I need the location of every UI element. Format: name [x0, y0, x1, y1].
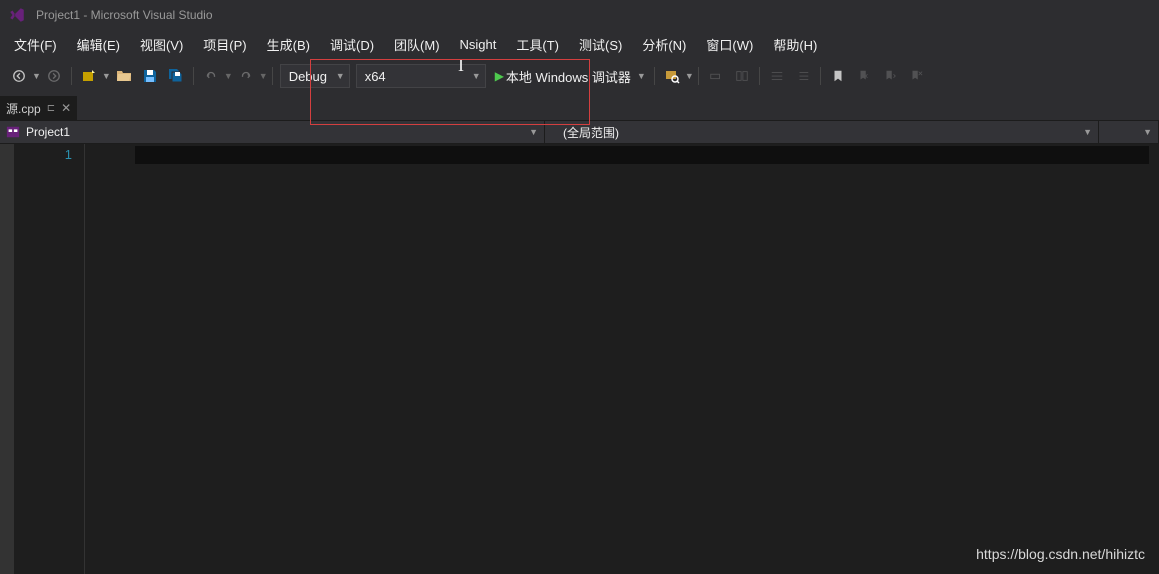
menu-window[interactable]: 窗口(W)	[696, 31, 763, 58]
separator	[698, 67, 699, 85]
cursor-ibeam-icon: I	[458, 55, 464, 76]
nav-bar: Project1 ▼ (全局范围) ▼ ▼	[0, 120, 1159, 144]
menu-project[interactable]: 项目(P)	[193, 31, 256, 58]
comment-out-button[interactable]	[765, 64, 789, 88]
menu-bar: 文件(F) 编辑(E) 视图(V) 项目(P) 生成(B) 调试(D) 团队(M…	[0, 30, 1159, 58]
title-bar: Project1 - Microsoft Visual Studio	[0, 0, 1159, 30]
margin-strip	[0, 144, 14, 574]
save-all-button[interactable]	[164, 64, 188, 88]
step-over-button[interactable]	[730, 64, 754, 88]
chevron-down-icon: ▼	[1083, 127, 1092, 137]
uncomment-button[interactable]	[791, 64, 815, 88]
separator	[71, 67, 72, 85]
project-scope-dropdown[interactable]: Project1 ▼	[0, 121, 545, 143]
open-file-button[interactable]	[112, 64, 136, 88]
line-number: 1	[14, 146, 72, 164]
chevron-down-icon[interactable]: ▼	[259, 71, 268, 81]
debugger-label: 本地 Windows 调试器	[506, 67, 631, 86]
nav-forward-button[interactable]	[42, 64, 66, 88]
chevron-down-icon: ▼	[464, 71, 481, 81]
code-area[interactable]	[84, 144, 1159, 574]
menu-help[interactable]: 帮助(H)	[763, 31, 827, 58]
save-button[interactable]	[138, 64, 162, 88]
separator	[654, 67, 655, 85]
close-tab-icon[interactable]: ✕	[61, 101, 71, 115]
platform-dropdown[interactable]: x64 ▼	[356, 64, 486, 88]
menu-team[interactable]: 团队(M)	[384, 31, 450, 58]
undo-button[interactable]	[199, 64, 223, 88]
chevron-down-icon: ▼	[1143, 127, 1152, 137]
chevron-down-icon: ▼	[529, 127, 538, 137]
menu-debug[interactable]: 调试(D)	[320, 31, 384, 58]
chevron-down-icon[interactable]: ▼	[32, 71, 41, 81]
menu-build[interactable]: 生成(B)	[257, 31, 320, 58]
document-tab-bar: 源.cpp ⊏ ✕	[0, 94, 1159, 120]
member-dropdown[interactable]: ▼	[1099, 121, 1159, 143]
menu-analyze[interactable]: 分析(N)	[632, 31, 696, 58]
start-debug-button[interactable]: ▶ 本地 Windows 调试器 ▼	[489, 64, 650, 88]
separator	[193, 67, 194, 85]
redo-button[interactable]	[234, 64, 258, 88]
chevron-down-icon: ▼	[637, 71, 646, 81]
find-button[interactable]	[660, 64, 684, 88]
menu-test[interactable]: 测试(S)	[569, 31, 632, 58]
vs-logo-icon	[8, 6, 26, 24]
separator	[820, 67, 821, 85]
scope-dropdown[interactable]: (全局范围) ▼	[545, 121, 1099, 143]
config-value: Debug	[289, 69, 327, 84]
step-into-button[interactable]	[704, 64, 728, 88]
chevron-down-icon: ▼	[328, 71, 345, 81]
pin-icon[interactable]: ⊏	[47, 103, 55, 114]
toolbar: ▼ ▼ ▼ ▼ Debug ▼ x64 ▼ ▶ 本地 Windows 调试器 ▼…	[0, 58, 1159, 94]
chevron-down-icon[interactable]: ▼	[102, 71, 111, 81]
project-name: Project1	[26, 125, 70, 139]
next-bookmark-button[interactable]	[878, 64, 902, 88]
play-icon: ▶	[495, 69, 504, 83]
document-tab[interactable]: 源.cpp ⊏ ✕	[0, 96, 77, 120]
chevron-down-icon[interactable]: ▼	[685, 71, 694, 81]
bookmark-button[interactable]	[826, 64, 850, 88]
tab-filename: 源.cpp	[6, 100, 41, 117]
project-icon	[6, 125, 20, 139]
nav-back-button[interactable]	[7, 64, 31, 88]
menu-view[interactable]: 视图(V)	[130, 31, 193, 58]
platform-value: x64	[365, 69, 386, 84]
current-line-highlight	[135, 146, 1149, 164]
new-project-button[interactable]	[77, 64, 101, 88]
prev-bookmark-button[interactable]	[852, 64, 876, 88]
separator	[759, 67, 760, 85]
separator	[272, 67, 273, 85]
code-editor[interactable]: 1	[0, 144, 1159, 574]
scope-value: (全局范围)	[563, 124, 619, 141]
menu-tools[interactable]: 工具(T)	[506, 31, 569, 58]
config-dropdown[interactable]: Debug ▼	[280, 64, 350, 88]
line-number-gutter: 1	[14, 144, 84, 574]
chevron-down-icon[interactable]: ▼	[224, 71, 233, 81]
window-title: Project1 - Microsoft Visual Studio	[36, 8, 213, 22]
menu-edit[interactable]: 编辑(E)	[67, 31, 130, 58]
menu-file[interactable]: 文件(F)	[4, 31, 67, 58]
clear-bookmarks-button[interactable]	[904, 64, 928, 88]
menu-nsight[interactable]: Nsight	[450, 33, 507, 56]
